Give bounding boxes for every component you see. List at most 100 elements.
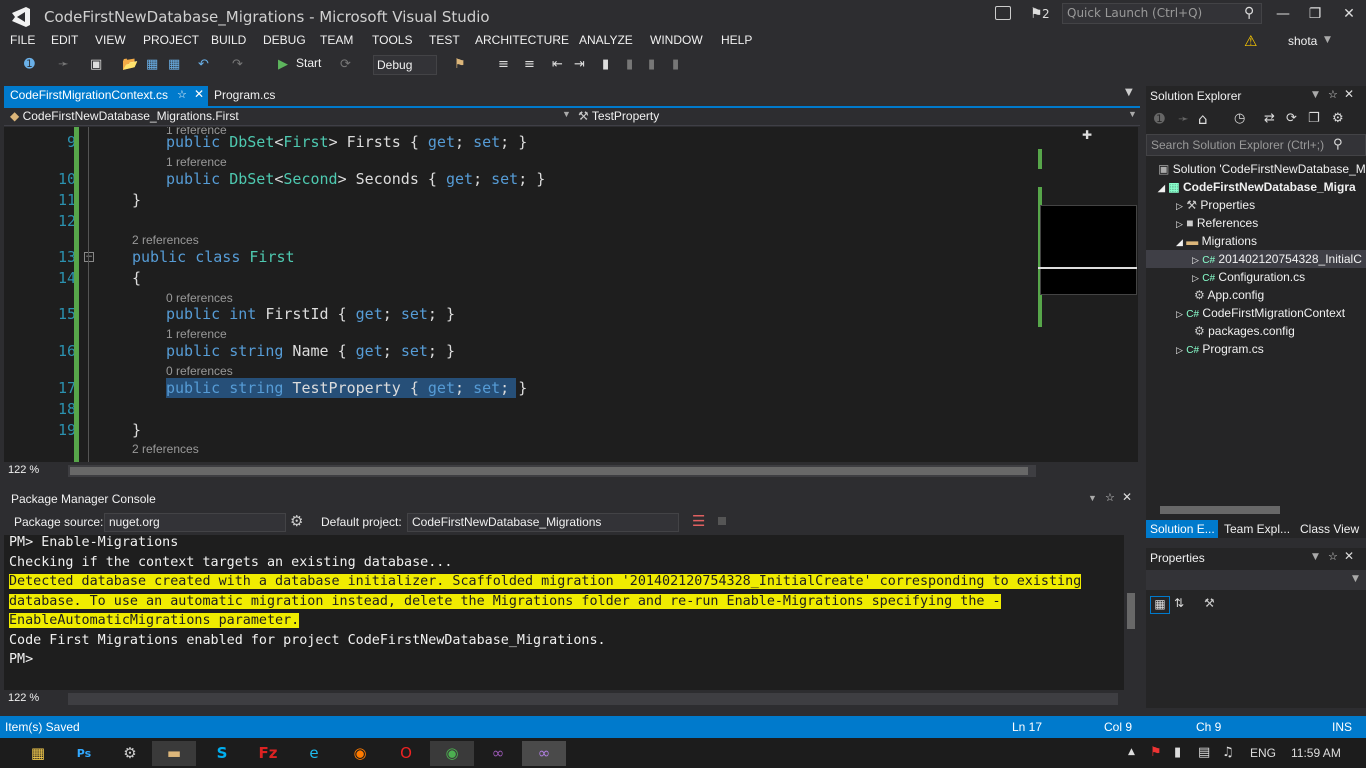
clear-console-icon[interactable]: ☰ <box>692 512 705 530</box>
collapse-all-icon[interactable]: ❐ <box>1308 111 1320 126</box>
control-panel-icon[interactable]: ⚙ <box>110 741 150 766</box>
input-language[interactable]: ENG <box>1250 746 1276 760</box>
clock[interactable]: 11:59 AM <box>1291 746 1341 760</box>
menu-view[interactable]: VIEW <box>95 33 126 47</box>
refresh-icon[interactable]: ⟳ <box>1286 111 1297 126</box>
find-in-files-icon[interactable]: ⚑ <box>454 57 466 72</box>
menu-team[interactable]: TEAM <box>320 33 353 47</box>
chevron-down-icon[interactable]: ▼ <box>1324 35 1331 45</box>
menu-analyze[interactable]: ANALYZE <box>579 33 633 47</box>
refresh-icon[interactable]: ⟳ <box>340 57 351 72</box>
editor-zoom-select[interactable]: 122 % <box>4 463 66 479</box>
object-select[interactable]: ▼ <box>1146 570 1366 590</box>
minimize-button[interactable]: — <box>1268 4 1298 24</box>
warning-icon[interactable]: ⚠ <box>1244 32 1257 50</box>
chevron-right-icon[interactable]: ▷ <box>1176 201 1183 211</box>
menu-file[interactable]: FILE <box>10 33 35 47</box>
redo-icon[interactable]: ↷ <box>232 57 243 72</box>
tree-item-appconfig[interactable]: ⚙ App.config <box>1194 288 1264 302</box>
tree-item-properties[interactable]: ▷ ⚒ Properties <box>1176 198 1255 212</box>
photoshop-icon[interactable]: Ps <box>64 741 104 766</box>
tree-item-configuration[interactable]: ▷ C# Configuration.cs <box>1192 270 1305 284</box>
default-project-select[interactable]: CodeFirstNewDatabase_Migrations <box>407 513 679 532</box>
package-source-select[interactable]: nuget.org <box>104 513 286 532</box>
codelens-reference[interactable]: 1 reference <box>166 155 227 169</box>
visual-studio-taskbar-icon[interactable]: ∞ <box>478 741 518 766</box>
tree-item-program[interactable]: ▷ C# Program.cs <box>1176 342 1264 356</box>
tab-list-dropdown-icon[interactable]: ▼ <box>1125 87 1133 98</box>
console-output[interactable]: PM> Enable-Migrations Checking if the co… <box>4 535 1124 690</box>
split-handle-icon[interactable]: ✚ <box>1082 128 1092 142</box>
chevron-down-icon[interactable]: ◢ <box>1158 183 1165 193</box>
categorized-icon[interactable]: ▦ <box>1150 596 1170 614</box>
code-line-14[interactable]: { <box>132 269 141 287</box>
type-dropdown[interactable]: ◆ CodeFirstNewDatabase_Migrations.First … <box>10 109 571 125</box>
chrome-icon[interactable]: ◉ <box>430 741 474 766</box>
scrollbar-thumb[interactable] <box>70 467 1028 475</box>
close-icon[interactable]: ✕ <box>1344 87 1354 101</box>
chevron-down-icon[interactable]: ▼ <box>1312 90 1319 100</box>
codelens-reference[interactable]: 1 reference <box>166 327 227 341</box>
menu-debug[interactable]: DEBUG <box>263 33 306 47</box>
stop-icon[interactable] <box>718 517 726 525</box>
code-line-13[interactable]: public class First <box>132 248 295 266</box>
user-name[interactable]: shota <box>1288 34 1317 48</box>
tree-item-references[interactable]: ▷ ■ References <box>1176 216 1258 230</box>
visual-studio-active-icon[interactable]: ∞ <box>522 741 566 766</box>
file-explorer-icon[interactable]: ▬ <box>152 741 196 766</box>
tab-solution-explorer[interactable]: Solution E... <box>1146 520 1218 538</box>
property-pages-icon[interactable]: ⚒ <box>1204 596 1215 610</box>
open-file-icon[interactable]: 📂 <box>122 57 138 72</box>
menu-build[interactable]: BUILD <box>211 33 246 47</box>
scrollbar-thumb[interactable] <box>1127 593 1135 629</box>
pin-icon[interactable]: ☆ <box>1328 88 1338 101</box>
notification-count[interactable]: 2 <box>1042 7 1050 21</box>
menu-tools[interactable]: TOOLS <box>372 33 412 47</box>
console-vertical-scrollbar[interactable] <box>1124 535 1138 690</box>
indent-icon[interactable]: ⇤ <box>552 57 563 72</box>
start-button[interactable]: Start <box>296 56 321 70</box>
chevron-right-icon[interactable]: ▷ <box>1192 255 1199 265</box>
feedback-icon[interactable] <box>995 6 1011 20</box>
chevron-right-icon[interactable]: ▷ <box>1176 309 1183 319</box>
code-line-16[interactable]: public string Name { get; set; } <box>166 342 455 360</box>
code-line-11[interactable]: } <box>132 191 141 209</box>
skype-icon[interactable]: S <box>202 741 242 766</box>
internet-explorer-icon[interactable]: e <box>294 741 334 766</box>
uncomment-icon[interactable]: ≡ <box>524 57 535 72</box>
menu-project[interactable]: PROJECT <box>143 33 199 47</box>
pending-changes-icon[interactable]: ◷ <box>1234 111 1245 126</box>
code-line-15[interactable]: public int FirstId { get; set; } <box>166 305 455 323</box>
menu-edit[interactable]: EDIT <box>51 33 78 47</box>
se-horizontal-scrollbar[interactable] <box>1160 506 1280 514</box>
menu-test[interactable]: TEST <box>429 33 460 47</box>
quick-launch-input[interactable]: Quick Launch (Ctrl+Q) <box>1062 3 1262 24</box>
start-icon[interactable]: ▶ <box>278 57 288 72</box>
menu-architecture[interactable]: ARCHITECTURE <box>475 33 569 47</box>
home-icon[interactable]: ⌂ <box>1198 110 1208 128</box>
tab-codefirstmigrationcontext[interactable]: CodeFirstMigrationContext.cs ☆ ✕ <box>4 86 208 106</box>
notifications-flag-icon[interactable]: ⚑ <box>1030 6 1043 22</box>
pin-icon[interactable]: ☆ <box>177 88 187 101</box>
battery-icon[interactable]: ▮ <box>1174 745 1181 760</box>
chevron-down-icon[interactable]: ◢ <box>1176 237 1183 247</box>
codelens-reference[interactable]: 2 references <box>132 442 199 456</box>
console-zoom-select[interactable]: 122 % <box>4 691 66 707</box>
explorer-files-icon[interactable]: ▦ <box>18 741 58 766</box>
sync-icon[interactable]: ⇄ <box>1264 111 1275 126</box>
code-editor[interactable]: 1 reference 9 public DbSet<First> Firsts… <box>4 127 1038 462</box>
outdent-icon[interactable]: ⇥ <box>574 57 585 72</box>
new-project-icon[interactable]: ▣ <box>90 57 102 72</box>
clear-bookmarks-icon[interactable]: ▮ <box>672 57 679 72</box>
close-icon[interactable]: ✕ <box>1122 490 1132 504</box>
tab-program[interactable]: Program.cs <box>214 88 275 102</box>
firefox-icon[interactable]: ◉ <box>340 741 380 766</box>
tab-class-view[interactable]: Class View <box>1300 522 1359 536</box>
forward-icon[interactable]: ➛ <box>58 57 69 72</box>
member-dropdown[interactable]: ⚒ TestProperty ▼ <box>578 109 1138 125</box>
action-center-icon[interactable]: ⚑ <box>1150 745 1162 760</box>
editor-horizontal-scrollbar[interactable] <box>68 465 1036 477</box>
restore-button[interactable]: ❐ <box>1300 4 1330 24</box>
properties-icon[interactable]: ⚙ <box>1332 111 1344 126</box>
alphabetical-icon[interactable]: ⇅ <box>1174 596 1184 610</box>
